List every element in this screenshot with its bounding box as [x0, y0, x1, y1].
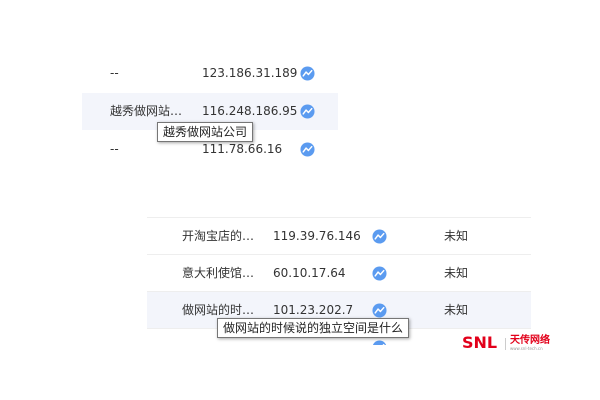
- trend-chart-icon[interactable]: [372, 229, 387, 244]
- visitor-table-top: -- 123.186.31.189 越秀做网站… 116.248.186.95 …: [82, 55, 340, 165]
- status-text: 未知: [444, 229, 469, 243]
- ip-address: 119.39.76.146: [273, 229, 361, 243]
- watermark-divider: [505, 338, 506, 350]
- visitor-name: 意大利使馆…: [182, 266, 255, 280]
- watermark-subtext: www.snl-tech.cn: [510, 346, 543, 351]
- trend-chart-icon[interactable]: [372, 303, 387, 318]
- status-text: 未知: [444, 266, 469, 280]
- watermark-logo: SNL 天传网络 www.snl-tech.cn: [462, 333, 552, 353]
- watermark-brand: SNL: [462, 333, 498, 352]
- table-row[interactable]: 开淘宝店的… 119.39.76.146 未知: [147, 217, 531, 255]
- trend-chart-icon[interactable]: [300, 142, 315, 157]
- trend-chart-icon[interactable]: [372, 340, 387, 345]
- ip-address: 123.186.31.189: [202, 66, 298, 80]
- tooltip: 越秀做网站公司: [157, 122, 254, 142]
- ip-address: 60.10.17.64: [273, 266, 346, 280]
- trend-chart-icon[interactable]: [300, 104, 315, 119]
- trend-chart-icon[interactable]: [300, 66, 315, 81]
- table-row[interactable]: 意大利使馆… 60.10.17.64 未知: [147, 254, 531, 292]
- watermark-text: 天传网络: [510, 335, 550, 346]
- visitor-name: 开淘宝店的…: [182, 229, 255, 243]
- visitor-name: --: [110, 66, 119, 80]
- table-row[interactable]: -- 123.186.31.189: [82, 55, 338, 92]
- status-text: 未知: [444, 303, 469, 317]
- trend-chart-icon[interactable]: [372, 266, 387, 281]
- screen: -- 123.186.31.189 越秀做网站… 116.248.186.95 …: [0, 0, 600, 400]
- tooltip: 做网站的时候说的独立空间是什么: [217, 318, 410, 338]
